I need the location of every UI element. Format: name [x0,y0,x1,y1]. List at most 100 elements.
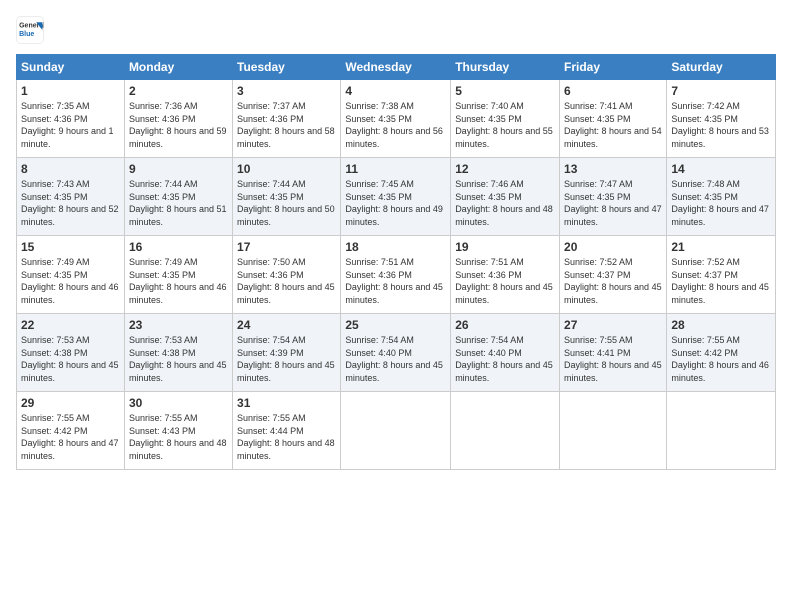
day-header-friday: Friday [560,55,667,80]
calendar-cell: 15Sunrise: 7:49 AMSunset: 4:35 PMDayligh… [17,236,125,314]
day-number: 18 [345,240,446,254]
day-number: 28 [671,318,771,332]
day-number: 19 [455,240,555,254]
calendar-cell: 30 Sunrise: 7:55 AMSunset: 4:43 PMDayligh… [124,392,232,470]
day-number: 30 [129,396,228,410]
calendar-cell: 29Sunrise: 7:55 AMSunset: 4:42 PMDayligh… [17,392,125,470]
day-info: Sunrise: 7:44 AMSunset: 4:35 PMDaylight:… [129,178,228,228]
day-info: Sunrise: 7:44 AMSunset: 4:35 PMDaylight:… [237,178,336,228]
calendar-cell: 13 Sunrise: 7:47 AMSunset: 4:35 PMDayligh… [560,158,667,236]
day-header-sunday: Sunday [17,55,125,80]
calendar-cell: 25 Sunrise: 7:54 AMSunset: 4:40 PMDayligh… [341,314,451,392]
day-info: Sunrise: 7:55 AMSunset: 4:42 PMDaylight:… [21,412,120,462]
calendar-cell: 9Sunrise: 7:44 AMSunset: 4:35 PMDaylight… [124,158,232,236]
day-info: Sunrise: 7:49 AMSunset: 4:35 PMDaylight:… [129,256,228,306]
calendar-cell: 7Sunrise: 7:42 AMSunset: 4:35 PMDaylight… [667,80,776,158]
day-number: 17 [237,240,336,254]
calendar-cell: 27 Sunrise: 7:55 AMSunset: 4:41 PMDayligh… [560,314,667,392]
calendar-cell: 26 Sunrise: 7:54 AMSunset: 4:40 PMDayligh… [451,314,560,392]
day-number: 27 [564,318,662,332]
calendar-cell: 23 Sunrise: 7:53 AMSunset: 4:38 PMDayligh… [124,314,232,392]
calendar-cell: 20Sunrise: 7:52 AMSunset: 4:37 PMDayligh… [560,236,667,314]
day-header-thursday: Thursday [451,55,560,80]
day-number: 11 [345,162,446,176]
day-number: 1 [21,84,120,98]
calendar-cell: 28 Sunrise: 7:55 AMSunset: 4:42 PMDayligh… [667,314,776,392]
day-number: 14 [671,162,771,176]
day-number: 12 [455,162,555,176]
day-info: Sunrise: 7:52 AMSunset: 4:37 PMDaylight:… [671,256,771,306]
day-info: Sunrise: 7:51 AMSunset: 4:36 PMDaylight:… [455,256,555,306]
calendar-cell: 4 Sunrise: 7:38 AMSunset: 4:35 PMDaylight… [341,80,451,158]
calendar-cell: 12 Sunrise: 7:46 AMSunset: 4:35 PMDayligh… [451,158,560,236]
day-number: 26 [455,318,555,332]
day-header-tuesday: Tuesday [233,55,341,80]
day-number: 24 [237,318,336,332]
header: General Blue [16,16,776,44]
day-info: Sunrise: 7:53 AMSunset: 4:38 PMDaylight:… [21,334,120,384]
calendar-cell: 18 Sunrise: 7:51 AMSunset: 4:36 PMDayligh… [341,236,451,314]
calendar-header-row: SundayMondayTuesdayWednesdayThursdayFrid… [17,55,776,80]
day-number: 13 [564,162,662,176]
day-info: Sunrise: 7:54 AMSunset: 4:39 PMDaylight:… [237,334,336,384]
calendar-cell: 19 Sunrise: 7:51 AMSunset: 4:36 PMDayligh… [451,236,560,314]
calendar-week-row: 1 Sunrise: 7:35 AMSunset: 4:36 PMDaylight… [17,80,776,158]
calendar-page: General Blue SundayMondayTuesdayWednesda… [0,0,792,612]
calendar-cell: 22Sunrise: 7:53 AMSunset: 4:38 PMDayligh… [17,314,125,392]
day-number: 4 [345,84,446,98]
logo-icon: General Blue [16,16,44,44]
day-info: Sunrise: 7:45 AMSunset: 4:35 PMDaylight:… [345,178,446,228]
day-info: Sunrise: 7:55 AMSunset: 4:42 PMDaylight:… [671,334,771,384]
calendar-cell: 21 Sunrise: 7:52 AMSunset: 4:37 PMDayligh… [667,236,776,314]
calendar-table: SundayMondayTuesdayWednesdayThursdayFrid… [16,54,776,470]
day-info: Sunrise: 7:36 AMSunset: 4:36 PMDaylight:… [129,100,228,150]
day-info: Sunrise: 7:55 AMSunset: 4:43 PMDaylight:… [129,412,228,462]
calendar-week-row: 8Sunrise: 7:43 AMSunset: 4:35 PMDaylight… [17,158,776,236]
day-number: 10 [237,162,336,176]
calendar-cell: 10 Sunrise: 7:44 AMSunset: 4:35 PMDayligh… [233,158,341,236]
day-number: 23 [129,318,228,332]
calendar-cell [667,392,776,470]
day-info: Sunrise: 7:49 AMSunset: 4:35 PMDaylight:… [21,256,120,306]
calendar-cell: 2 Sunrise: 7:36 AMSunset: 4:36 PMDaylight… [124,80,232,158]
calendar-week-row: 15Sunrise: 7:49 AMSunset: 4:35 PMDayligh… [17,236,776,314]
calendar-week-row: 29Sunrise: 7:55 AMSunset: 4:42 PMDayligh… [17,392,776,470]
svg-text:Blue: Blue [19,31,34,38]
day-info: Sunrise: 7:41 AMSunset: 4:35 PMDaylight:… [564,100,662,150]
day-info: Sunrise: 7:40 AMSunset: 4:35 PMDaylight:… [455,100,555,150]
day-header-saturday: Saturday [667,55,776,80]
day-number: 3 [237,84,336,98]
day-number: 20 [564,240,662,254]
day-info: Sunrise: 7:53 AMSunset: 4:38 PMDaylight:… [129,334,228,384]
day-info: Sunrise: 7:42 AMSunset: 4:35 PMDaylight:… [671,100,771,150]
day-info: Sunrise: 7:50 AMSunset: 4:36 PMDaylight:… [237,256,336,306]
calendar-cell: 8Sunrise: 7:43 AMSunset: 4:35 PMDaylight… [17,158,125,236]
calendar-cell [451,392,560,470]
calendar-cell: 17 Sunrise: 7:50 AMSunset: 4:36 PMDayligh… [233,236,341,314]
day-number: 25 [345,318,446,332]
day-info: Sunrise: 7:55 AMSunset: 4:41 PMDaylight:… [564,334,662,384]
calendar-cell: 3Sunrise: 7:37 AMSunset: 4:36 PMDaylight… [233,80,341,158]
day-header-monday: Monday [124,55,232,80]
day-info: Sunrise: 7:38 AMSunset: 4:35 PMDaylight:… [345,100,446,150]
day-number: 16 [129,240,228,254]
day-info: Sunrise: 7:48 AMSunset: 4:35 PMDaylight:… [671,178,771,228]
day-number: 31 [237,396,336,410]
day-info: Sunrise: 7:43 AMSunset: 4:35 PMDaylight:… [21,178,120,228]
day-info: Sunrise: 7:54 AMSunset: 4:40 PMDaylight:… [455,334,555,384]
day-info: Sunrise: 7:47 AMSunset: 4:35 PMDaylight:… [564,178,662,228]
day-info: Sunrise: 7:35 AMSunset: 4:36 PMDaylight:… [21,100,120,150]
calendar-cell: 14 Sunrise: 7:48 AMSunset: 4:35 PMDayligh… [667,158,776,236]
day-number: 21 [671,240,771,254]
calendar-cell: 31 Sunrise: 7:55 AMSunset: 4:44 PMDayligh… [233,392,341,470]
day-header-wednesday: Wednesday [341,55,451,80]
calendar-cell: 16 Sunrise: 7:49 AMSunset: 4:35 PMDayligh… [124,236,232,314]
day-info: Sunrise: 7:54 AMSunset: 4:40 PMDaylight:… [345,334,446,384]
day-number: 2 [129,84,228,98]
calendar-cell: 5Sunrise: 7:40 AMSunset: 4:35 PMDaylight… [451,80,560,158]
day-info: Sunrise: 7:55 AMSunset: 4:44 PMDaylight:… [237,412,336,462]
day-info: Sunrise: 7:46 AMSunset: 4:35 PMDaylight:… [455,178,555,228]
calendar-cell: 6 Sunrise: 7:41 AMSunset: 4:35 PMDaylight… [560,80,667,158]
day-info: Sunrise: 7:51 AMSunset: 4:36 PMDaylight:… [345,256,446,306]
day-number: 6 [564,84,662,98]
